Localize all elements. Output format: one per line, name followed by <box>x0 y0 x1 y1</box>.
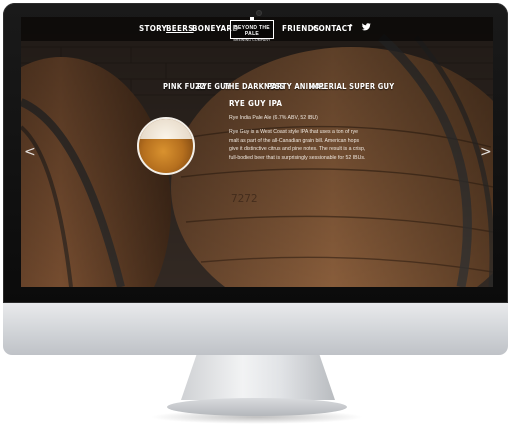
logo-chimney-mark <box>250 17 254 21</box>
camera-icon <box>257 11 261 15</box>
nav-beers[interactable]: BEERS <box>166 24 194 33</box>
beer-description: Rye Guy is a West Coast style IPA that u… <box>229 129 366 161</box>
beer-title: RYE GUY IPA <box>229 99 283 108</box>
monitor-stand <box>181 355 335 400</box>
barrel-stamp: 7272 <box>231 192 258 205</box>
twitter-icon[interactable] <box>362 23 371 33</box>
next-arrow-icon[interactable]: > <box>480 144 492 160</box>
nav-story[interactable]: STORY <box>139 24 167 33</box>
brewery-logo[interactable]: BEYOND THE PALE BREWING COMPANY <box>230 17 274 42</box>
browser-screen: 7272 STORY BEERS BONEYARD BEYOND THE PAL… <box>21 17 493 287</box>
previous-arrow-icon[interactable]: < <box>24 144 36 160</box>
nav-contact[interactable]: CONTACT <box>313 24 353 33</box>
beer-subtitle: Rye India Pale Ale (6.7% ABV, 52 IBU) <box>229 115 318 121</box>
facebook-icon[interactable]: f <box>349 23 352 32</box>
beer-glass-image <box>137 117 195 175</box>
logo-name: BEYOND THE PALE <box>234 25 270 37</box>
beer-foam <box>139 119 193 139</box>
top-navigation: STORY BEERS BONEYARD BEYOND THE PALE BRE… <box>21 17 493 42</box>
logo-subtitle: BREWING COMPANY <box>233 38 271 42</box>
monitor-base <box>167 398 347 416</box>
monitor-chin <box>3 303 508 355</box>
beer-tab-imperial-super-guy[interactable]: IMPERIAL SUPER GUY <box>309 82 394 91</box>
